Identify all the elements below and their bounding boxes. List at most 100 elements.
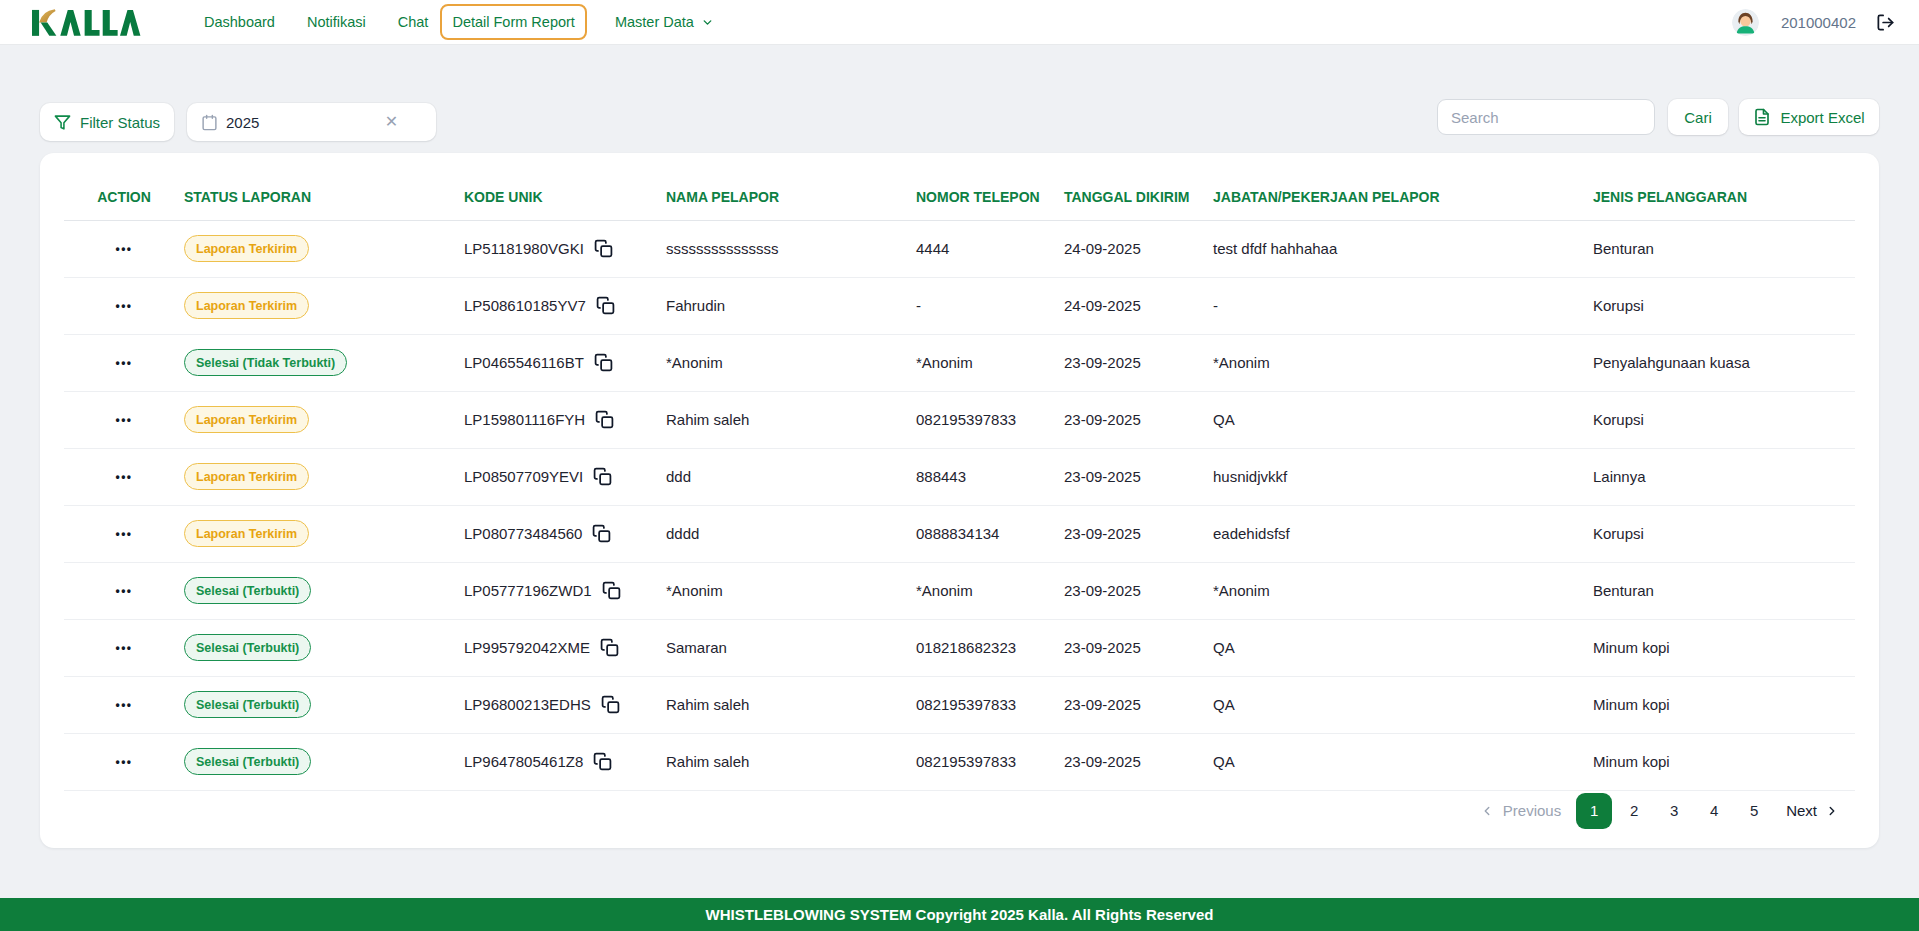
jenis-pelanggaran-value: Minum kopi	[1593, 619, 1855, 676]
export-excel-button[interactable]: Export Excel	[1739, 99, 1879, 135]
copy-icon[interactable]	[592, 524, 611, 543]
user-id: 201000402	[1781, 14, 1856, 31]
nomor-telepon-value: 082195397833	[916, 391, 1064, 448]
col-action: ACTION	[64, 153, 184, 220]
nav-notifikasi[interactable]: Notifikasi	[307, 14, 366, 30]
status-cell: Selesai (Terbukti)	[184, 676, 464, 733]
tanggal-dikirim-value: 23-09-2025	[1064, 448, 1213, 505]
kode-unik-value: LP05777196ZWD1	[464, 582, 592, 599]
status-badge: Selesai (Terbukti)	[184, 577, 311, 604]
nav-detail-form-report[interactable]: Detail Form Report	[440, 4, 586, 40]
cari-button[interactable]: Cari	[1668, 99, 1728, 135]
col-jabatan-pekerjaan-pelapor: JABATAN/PEKERJAAN PELAPOR	[1213, 153, 1593, 220]
report-table-card: ACTION STATUS LAPORAN KODE UNIK NAMA PEL…	[40, 153, 1879, 848]
filter-status-button[interactable]: Filter Status	[40, 103, 174, 141]
kode-cell: LP080773484560	[464, 505, 666, 562]
jenis-pelanggaran-value: Korupsi	[1593, 505, 1855, 562]
tanggal-dikirim-value: 23-09-2025	[1064, 619, 1213, 676]
jenis-pelanggaran-value: Minum kopi	[1593, 676, 1855, 733]
status-cell: Laporan Terkirim	[184, 220, 464, 277]
pagination-pages: 12345	[1572, 793, 1772, 829]
row-actions-button[interactable]: •••	[64, 334, 184, 391]
copy-icon[interactable]	[601, 695, 620, 714]
copy-icon[interactable]	[593, 752, 612, 771]
row-actions-button[interactable]: •••	[64, 505, 184, 562]
table-row: ••• Laporan Terkirim LP080773484560 dddd	[64, 505, 1855, 562]
kode-cell: LP9647805461Z8	[464, 733, 666, 790]
status-badge: Selesai (Terbukti)	[184, 748, 311, 775]
copy-icon[interactable]	[600, 638, 619, 657]
kode-cell: LP0465546116BT	[464, 334, 666, 391]
nomor-telepon-value: 4444	[916, 220, 1064, 277]
status-badge: Laporan Terkirim	[184, 463, 309, 490]
search-input[interactable]	[1437, 99, 1655, 135]
row-actions-button[interactable]: •••	[64, 448, 184, 505]
nama-pelapor-value: Rahim saleh	[666, 391, 916, 448]
avatar-icon	[1732, 9, 1759, 36]
jabatan-value: QA	[1213, 619, 1593, 676]
nav-dashboard[interactable]: Dashboard	[204, 14, 275, 30]
copy-icon[interactable]	[602, 581, 621, 600]
footer-copyright: WHISTLEBLOWING SYSTEM Copyright 2025 Kal…	[706, 906, 1214, 923]
report-table: ACTION STATUS LAPORAN KODE UNIK NAMA PEL…	[64, 153, 1855, 791]
jabatan-value: *Anonim	[1213, 562, 1593, 619]
kode-unik-value: LP0465546116BT	[464, 354, 584, 371]
kode-cell: LP51181980VGKI	[464, 220, 666, 277]
jenis-pelanggaran-value: Korupsi	[1593, 277, 1855, 334]
page-number[interactable]: 5	[1736, 793, 1772, 829]
status-badge: Laporan Terkirim	[184, 406, 309, 433]
logout-button[interactable]	[1876, 13, 1895, 32]
status-badge: Laporan Terkirim	[184, 520, 309, 547]
status-cell: Laporan Terkirim	[184, 277, 464, 334]
row-actions-button[interactable]: •••	[64, 733, 184, 790]
status-badge: Laporan Terkirim	[184, 235, 309, 262]
row-actions-button[interactable]: •••	[64, 619, 184, 676]
table-body: ••• Laporan Terkirim LP51181980VGKI ssss…	[64, 220, 1855, 790]
tanggal-dikirim-value: 24-09-2025	[1064, 277, 1213, 334]
kode-unik-value: LP08507709YEVI	[464, 468, 583, 485]
tanggal-dikirim-value: 23-09-2025	[1064, 391, 1213, 448]
year-filter[interactable]: 2025 ✕	[187, 103, 436, 141]
status-cell: Laporan Terkirim	[184, 448, 464, 505]
copy-icon[interactable]	[593, 467, 612, 486]
nav-chat[interactable]: Chat	[398, 14, 429, 30]
copy-icon[interactable]	[594, 353, 613, 372]
col-nama-pelapor: NAMA PELAPOR	[666, 153, 916, 220]
jabatan-value: husnidjvkkf	[1213, 448, 1593, 505]
table-row: ••• Laporan Terkirim LP159801116FYH Rahi…	[64, 391, 1855, 448]
row-actions-button[interactable]: •••	[64, 676, 184, 733]
clear-year-filter-icon[interactable]: ✕	[385, 114, 398, 130]
row-actions-button[interactable]: •••	[64, 562, 184, 619]
page-number[interactable]: 2	[1616, 793, 1652, 829]
copy-icon[interactable]	[595, 410, 614, 429]
copy-icon[interactable]	[596, 296, 615, 315]
row-actions-button[interactable]: •••	[64, 391, 184, 448]
kalla-logo[interactable]	[32, 9, 142, 36]
page-number[interactable]: 3	[1656, 793, 1692, 829]
nama-pelapor-value: Fahrudin	[666, 277, 916, 334]
nomor-telepon-value: 888443	[916, 448, 1064, 505]
kode-unik-value: LP159801116FYH	[464, 411, 585, 428]
tanggal-dikirim-value: 23-09-2025	[1064, 733, 1213, 790]
kode-unik-value: LP508610185YV7	[464, 297, 586, 314]
row-actions-button[interactable]: •••	[64, 277, 184, 334]
status-cell: Selesai (Terbukti)	[184, 733, 464, 790]
year-filter-value: 2025	[226, 114, 259, 131]
pagination-previous[interactable]: Previous	[1480, 802, 1561, 819]
row-actions-button[interactable]: •••	[64, 220, 184, 277]
calendar-icon	[201, 114, 218, 131]
jabatan-value: QA	[1213, 733, 1593, 790]
page-number[interactable]: 4	[1696, 793, 1732, 829]
copy-icon[interactable]	[594, 239, 613, 258]
main-nav: Dashboard Notifikasi Chat Detail Form Re…	[204, 4, 714, 40]
tanggal-dikirim-value: 23-09-2025	[1064, 334, 1213, 391]
nav-master-data[interactable]: Master Data	[615, 14, 714, 30]
page-number[interactable]: 1	[1576, 793, 1612, 829]
table-row: ••• Selesai (Terbukti) LP96800213EDHS Ra…	[64, 676, 1855, 733]
col-nomor-telepon: NOMOR TELEPON	[916, 153, 1064, 220]
kode-cell: LP08507709YEVI	[464, 448, 666, 505]
table-row: ••• Laporan Terkirim LP08507709YEVI ddd	[64, 448, 1855, 505]
nomor-telepon-value: 018218682323	[916, 619, 1064, 676]
pagination-next[interactable]: Next	[1786, 802, 1839, 819]
avatar[interactable]	[1732, 9, 1759, 36]
